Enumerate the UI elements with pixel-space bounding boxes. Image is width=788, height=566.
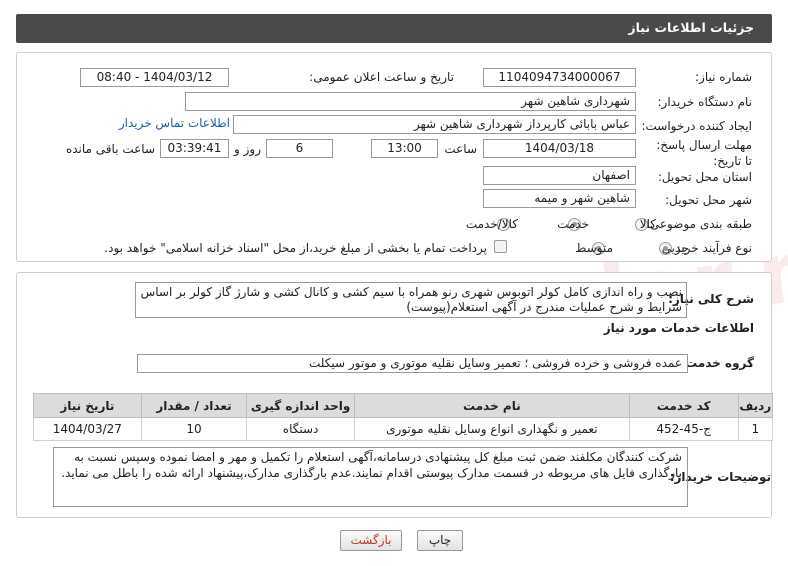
need-number-label: شماره نیاز: (695, 70, 752, 84)
deadline-hour-field: 13:00 (371, 139, 438, 158)
cell-need-date: 1404/03/27 (33, 417, 142, 441)
page-header: جزئیات اطلاعات نیاز (16, 14, 772, 43)
cell-service-code: ج-45-452 (628, 417, 739, 441)
cell-quantity: 10 (140, 417, 248, 441)
cell-service-name: تعمیر و نگهداری انواع وسایل نقلیه موتوری (353, 417, 630, 441)
category-option-goods: کالا (639, 217, 656, 231)
print-button[interactable]: چاپ (417, 530, 463, 551)
province-label: استان محل تحویل: (657, 170, 752, 184)
col-quantity: تعداد / مقدار (140, 393, 248, 418)
requester-label: ایجاد کننده درخواست: (641, 119, 752, 133)
province-field: اصفهان (483, 166, 636, 185)
remaining-time-label: ساعت باقی مانده (65, 142, 155, 156)
services-section-title: اطلاعات خدمات مورد نیاز (603, 321, 754, 335)
services-table-header: ردیف کد خدمت نام خدمت واحد اندازه گیری ت… (33, 393, 774, 418)
process-option-minor: جزیی (661, 241, 689, 255)
col-unit: واحد اندازه گیری (246, 393, 355, 418)
need-number-field: 1104094734000067 (483, 68, 636, 87)
description-text: نصب و راه اندازی کامل کولر اتوبوس شهری ر… (135, 282, 687, 318)
category-option-goods-service: کالا/خدمت (465, 217, 518, 231)
col-need-date: تاریخ نیاز (33, 393, 142, 418)
col-service-name: نام خدمت (353, 393, 630, 418)
buyer-contact-link[interactable]: اطلاعات تماس خریدار (119, 116, 230, 130)
back-button[interactable]: بازگشت (340, 530, 402, 551)
cell-unit: دستگاه (246, 417, 355, 441)
deadline-date-field: 1404/03/18 (483, 139, 636, 158)
remaining-time-field: 03:39:41 (160, 139, 229, 158)
deadline-hour-label: ساعت (444, 142, 477, 156)
days-remaining-field: 6 (266, 139, 333, 158)
city-field: شاهین شهر و میمه (483, 189, 636, 208)
buyer-org-label: نام دستگاه خریدار: (657, 95, 753, 109)
days-label: روز و (234, 142, 261, 156)
deadline-label: مهلت ارسال پاسخ: تا تاریخ: (656, 138, 752, 168)
category-option-service: خدمت (557, 217, 589, 231)
city-label: شهر محل تحویل: (665, 193, 752, 207)
cell-row: 1 (737, 417, 774, 441)
table-row: 1 ج-45-452 تعمیر و نگهداری انواع وسایل ن… (33, 417, 774, 441)
treasury-payment-note: پرداخت تمام یا بخشی از مبلغ خرید،از محل … (104, 241, 487, 255)
process-option-medium: متوسط (575, 241, 613, 255)
announce-label: تاریخ و ساعت اعلان عمومی: (309, 70, 454, 84)
buyer-org-field: شهرداری شاهین شهر (185, 92, 636, 111)
requester-field: عباس بابائی کارپرداز شهرداری شاهین شهر (233, 115, 636, 134)
buyer-notes-text: شرکت کنندگان مکلفند ضمن ثبت مبلغ کل پیشن… (53, 447, 688, 507)
service-group-label: گروه خدمت: (680, 356, 754, 370)
col-row: ردیف (737, 393, 774, 418)
treasury-payment-checkbox[interactable] (494, 240, 507, 253)
col-service-code: کد خدمت (628, 393, 739, 418)
page-title: جزئیات اطلاعات نیاز (628, 20, 754, 35)
services-table: ردیف کد خدمت نام خدمت واحد اندازه گیری ت… (33, 393, 774, 441)
announce-datetime-field: 1404/03/12 - 08:40 (80, 68, 229, 87)
service-group-field: عمده فروشی و خرده فروشی ؛ تعمیر وسایل نق… (137, 354, 688, 373)
category-label: طبقه بندی موضوعی: (645, 217, 752, 231)
